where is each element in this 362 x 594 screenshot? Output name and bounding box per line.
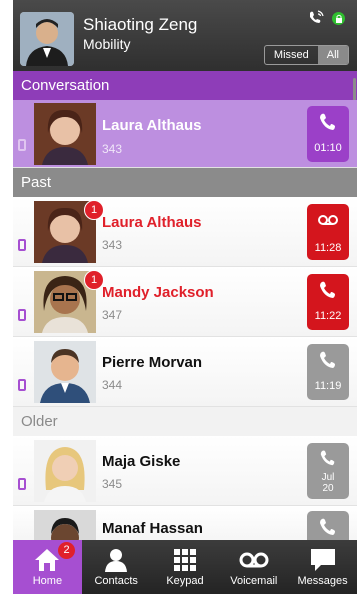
user-avatar[interactable] (20, 12, 74, 66)
call-date-month: Jul (321, 472, 335, 483)
call-button[interactable]: 11:19 (307, 344, 349, 400)
call-duration: 01:10 (314, 142, 342, 154)
keypad-icon (151, 545, 220, 575)
tab-label: Contacts (94, 575, 138, 587)
call-time: 11:19 (314, 380, 342, 392)
list-item[interactable]: Maja Giske 345 Jul 20 (13, 436, 357, 506)
tab-bar: 2 Home Contacts Keypad Voicemail Message… (13, 540, 357, 594)
contacts-icon (82, 545, 151, 575)
status-icons (308, 10, 345, 27)
contact-name: Laura Althaus (102, 117, 202, 134)
phone-icon (307, 449, 349, 471)
contact-name: Mandy Jackson (102, 284, 214, 301)
home-badge: 2 (58, 542, 75, 559)
filter-all-button[interactable]: All (317, 46, 348, 64)
voicemail-icon (307, 210, 349, 237)
avatar (34, 341, 96, 403)
list-item[interactable]: Pierre Morvan 344 11:19 (13, 337, 357, 407)
device-icon (18, 239, 26, 251)
contact-number: 344 (102, 378, 123, 392)
app-frame: Shiaoting Zeng Mobility Missed All Conve… (13, 0, 357, 594)
phone-icon (307, 112, 349, 137)
unread-badge: 1 (84, 270, 104, 290)
phone-icon (307, 280, 349, 305)
contact-name: Laura Althaus (102, 214, 202, 231)
call-button[interactable]: Jul 20 (307, 443, 349, 499)
contact-number: 343 (102, 142, 123, 156)
user-name: Shiaoting Zeng (83, 15, 198, 34)
tab-keypad[interactable]: Keypad (151, 540, 220, 594)
phone-icon (307, 517, 349, 542)
device-icon (18, 478, 26, 490)
unread-badge: 1 (84, 200, 104, 220)
call-time: 11:28 (314, 242, 342, 254)
device-icon (18, 379, 26, 391)
tab-contacts[interactable]: Contacts (82, 540, 151, 594)
call-back-button[interactable]: 11:22 (307, 274, 349, 330)
tab-home[interactable]: 2 Home (13, 540, 82, 594)
contact-name: Maja Giske (102, 453, 181, 470)
call-date-day: 20 (322, 483, 334, 494)
tab-label: Voicemail (230, 575, 278, 587)
phone-icon (307, 350, 349, 375)
lock-icon (332, 12, 345, 25)
section-header-conversation: Conversation (13, 71, 357, 100)
profile-header: Shiaoting Zeng Mobility Missed All (13, 0, 357, 71)
user-subtitle: Mobility (83, 36, 131, 52)
contact-number: 343 (102, 238, 123, 252)
tab-label: Keypad (166, 575, 204, 587)
call-time: 11:22 (314, 310, 342, 322)
section-header-past: Past (13, 168, 357, 197)
device-icon (18, 139, 26, 151)
list-item-active-call[interactable]: Laura Althaus 343 01:10 (13, 100, 357, 168)
contact-number: 347 (102, 308, 123, 322)
filter-missed-button[interactable]: Missed (265, 46, 318, 64)
avatar (34, 440, 96, 502)
voicemail-button[interactable]: 11:28 (307, 204, 349, 260)
active-call-button[interactable]: 01:10 (307, 106, 349, 162)
phone-wifi-icon (308, 10, 324, 27)
list-item[interactable]: 1 Mandy Jackson 347 11:22 (13, 267, 357, 337)
call-filter-toggle: Missed All (263, 45, 349, 65)
messages-icon (288, 545, 357, 575)
tab-label: Home (32, 575, 63, 587)
tab-label: Messages (297, 575, 348, 587)
contact-name: Manaf Hassan (102, 520, 203, 537)
device-icon (18, 309, 26, 321)
tab-messages[interactable]: Messages (288, 540, 357, 594)
voicemail-icon (219, 545, 288, 575)
contact-name: Pierre Morvan (102, 354, 203, 371)
section-header-older: Older (13, 407, 357, 436)
contact-number: 345 (102, 477, 123, 491)
list-item[interactable]: 1 Laura Althaus 343 11:28 (13, 197, 357, 267)
avatar (34, 103, 96, 165)
tab-voicemail[interactable]: Voicemail (219, 540, 288, 594)
